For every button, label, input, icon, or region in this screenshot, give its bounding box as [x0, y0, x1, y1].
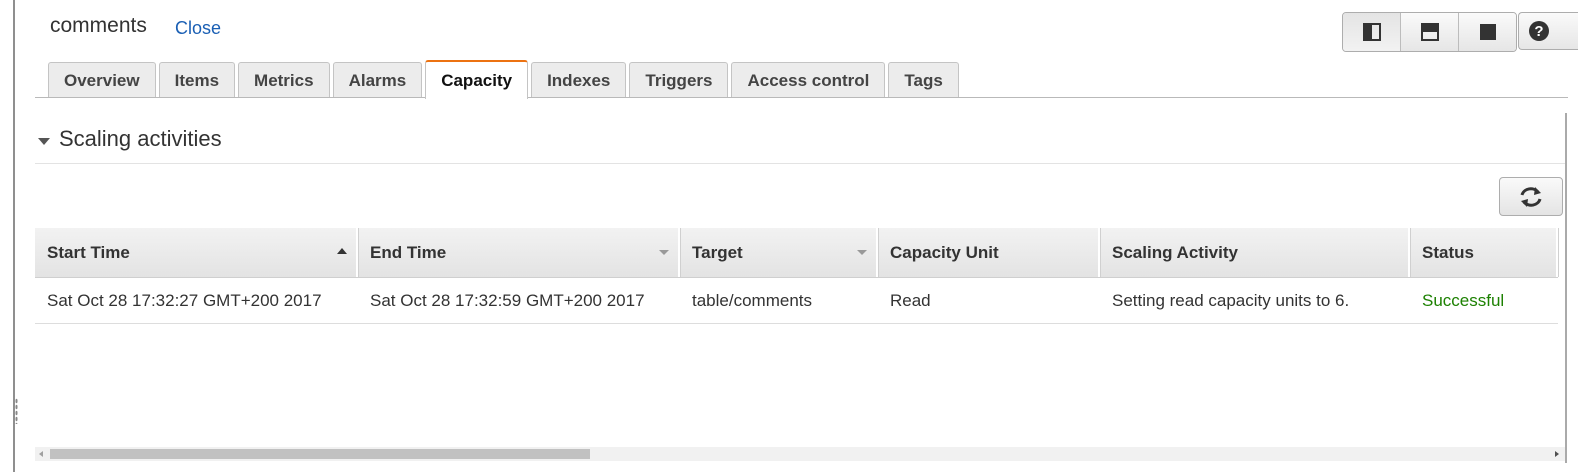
column-header-end-time[interactable]: End Time: [358, 228, 680, 277]
column-header-target[interactable]: Target: [680, 228, 878, 277]
split-vertical-button[interactable]: [1343, 13, 1401, 51]
caret-down-icon: [38, 137, 50, 145]
status-badge: Successful: [1422, 290, 1505, 310]
tab-metrics[interactable]: Metrics: [238, 62, 330, 98]
tab-indexes[interactable]: Indexes: [531, 62, 627, 98]
full-panel-button[interactable]: [1459, 13, 1516, 51]
refresh-icon: [1520, 186, 1542, 207]
column-header-label: End Time: [370, 242, 447, 262]
tab-tags[interactable]: Tags: [888, 62, 959, 98]
tab-items[interactable]: Items: [158, 62, 236, 98]
horizontal-scrollbar[interactable]: [35, 447, 1565, 461]
full-panel-icon: [1479, 24, 1496, 40]
column-header-capacity-unit[interactable]: Capacity Unit: [878, 228, 1100, 277]
scroll-right-icon[interactable]: [1555, 451, 1559, 457]
split-vertical-icon: [1362, 23, 1381, 41]
column-header-label: Scaling Activity: [1112, 242, 1238, 262]
left-gutter: [0, 0, 13, 472]
section-divider: [35, 163, 1565, 164]
sort-indicator-icon: [857, 250, 867, 255]
cell-end-time: Sat Oct 28 17:32:59 GMT+200 2017: [370, 290, 645, 310]
column-header-status[interactable]: Status: [1410, 228, 1558, 277]
cell-scaling-activity: Setting read capacity units to 6.: [1112, 290, 1350, 310]
tab-bar: Overview Items Metrics Alarms Capacity I…: [48, 60, 962, 99]
table-row[interactable]: Sat Oct 28 17:32:27 GMT+200 2017 Sat Oct…: [35, 278, 1558, 324]
tab-bar-divider: [35, 97, 1568, 98]
column-header-label: Target: [692, 242, 743, 262]
scaling-activities-toggle[interactable]: Scaling activities: [38, 126, 222, 152]
panel-title: comments: [50, 14, 147, 37]
layout-toggle-group: [1342, 12, 1517, 52]
table-header: Start Time End Time Target Capacity Unit…: [35, 228, 1558, 278]
sort-indicator-icon: [659, 250, 669, 255]
column-header-scaling-activity[interactable]: Scaling Activity: [1100, 228, 1410, 277]
column-header-start-time[interactable]: Start Time: [35, 228, 358, 277]
column-header-label: Capacity Unit: [890, 242, 999, 262]
content-scroll-edge: [1565, 113, 1567, 463]
help-icon: ?: [1529, 21, 1549, 41]
split-horizontal-icon: [1420, 23, 1439, 41]
refresh-button[interactable]: [1499, 177, 1563, 216]
scrollbar-thumb[interactable]: [50, 449, 590, 459]
sort-ascending-icon: [337, 248, 347, 254]
cell-start-time: Sat Oct 28 17:32:27 GMT+200 2017: [47, 290, 322, 310]
scaling-activities-table: Start Time End Time Target Capacity Unit…: [35, 228, 1558, 324]
scroll-left-icon[interactable]: [39, 451, 43, 457]
close-link[interactable]: Close: [175, 18, 221, 39]
help-button[interactable]: ?: [1518, 12, 1578, 50]
tab-alarms[interactable]: Alarms: [332, 62, 423, 98]
column-header-label: Start Time: [47, 242, 130, 262]
split-horizontal-button[interactable]: [1401, 13, 1459, 51]
section-title: Scaling activities: [59, 126, 222, 151]
cell-target: table/comments: [692, 290, 812, 310]
tab-triggers[interactable]: Triggers: [629, 62, 729, 98]
column-header-label: Status: [1422, 242, 1474, 262]
tab-capacity[interactable]: Capacity: [425, 60, 529, 99]
tab-access-control[interactable]: Access control: [731, 62, 886, 98]
resize-grip-icon[interactable]: [15, 398, 18, 424]
cell-capacity-unit: Read: [890, 290, 931, 310]
tab-overview[interactable]: Overview: [48, 62, 156, 98]
